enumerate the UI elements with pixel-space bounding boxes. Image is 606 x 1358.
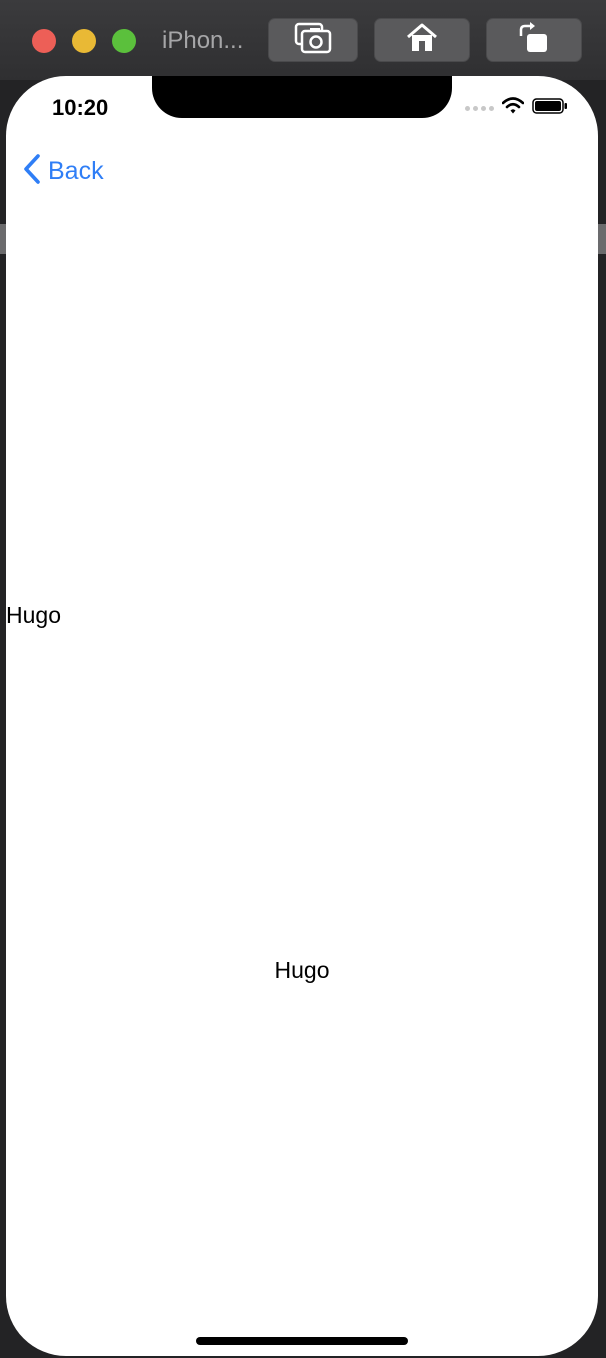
zoom-window-button[interactable] (112, 29, 136, 53)
simulator-titlebar: iPhon... (0, 0, 606, 80)
status-time: 10:20 (52, 95, 109, 120)
device-screen: 10:20 Back Hugo Hugo (6, 76, 598, 1356)
window-title: iPhon... (162, 27, 244, 54)
chevron-left-icon (22, 153, 42, 190)
back-label: Back (48, 157, 104, 185)
close-window-button[interactable] (32, 29, 56, 53)
minimize-window-button[interactable] (72, 29, 96, 53)
camera-icon (294, 22, 332, 59)
screenshot-button[interactable] (268, 18, 358, 62)
rotate-button[interactable] (486, 18, 582, 62)
wifi-icon (501, 96, 525, 120)
rotate-icon (517, 21, 551, 59)
home-button[interactable] (374, 18, 470, 62)
status-indicators (465, 96, 568, 120)
home-indicator[interactable] (196, 1337, 408, 1345)
signal-dots-icon (465, 105, 494, 111)
hugo-label-left: Hugo (6, 602, 61, 628)
ide-divider-right (598, 224, 606, 254)
back-button[interactable]: Back (22, 153, 104, 190)
device-notch (152, 76, 452, 118)
battery-icon (532, 97, 568, 119)
home-icon (405, 23, 439, 58)
hugo-label-center: Hugo (274, 957, 330, 983)
